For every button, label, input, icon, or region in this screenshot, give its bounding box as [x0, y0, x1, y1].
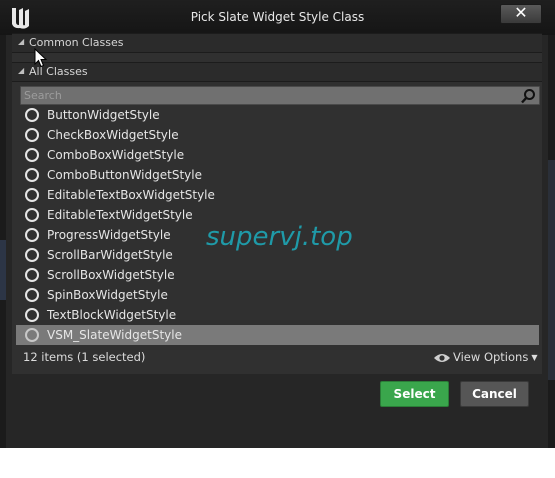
list-item[interactable]: ComboBoxWidgetStyle [16, 145, 539, 165]
list-item[interactable]: EditableTextWidgetStyle [16, 205, 539, 225]
list-item[interactable]: ComboButtonWidgetStyle [16, 165, 539, 185]
pick-class-dialog: Pick Slate Widget Style Class ✕ ◢ Common… [0, 0, 555, 448]
background-edge-right-accent [548, 160, 555, 380]
radio-button[interactable] [25, 108, 39, 122]
list-item-label: VSM_SlateWidgetStyle [47, 328, 182, 342]
class-list: ButtonWidgetStyle CheckBoxWidgetStyle Co… [16, 105, 539, 345]
cancel-button[interactable]: Cancel [460, 381, 529, 407]
search-box [20, 86, 540, 105]
collapse-triangle-icon: ◢ [18, 37, 25, 46]
select-button[interactable]: Select [380, 381, 449, 407]
radio-button[interactable] [25, 128, 39, 142]
list-item-label: ScrollBoxWidgetStyle [47, 268, 175, 282]
list-item-label: ComboButtonWidgetStyle [47, 168, 202, 182]
radio-button[interactable] [25, 168, 39, 182]
radio-button[interactable] [25, 308, 39, 322]
list-item-label: ComboBoxWidgetStyle [47, 148, 185, 162]
item-count-status: 12 items (1 selected) [23, 350, 146, 364]
list-item-selected[interactable]: VSM_SlateWidgetStyle [16, 325, 539, 345]
background-edge-left-accent [0, 240, 6, 300]
dialog-title: Pick Slate Widget Style Class [190, 10, 365, 24]
radio-button[interactable] [25, 268, 39, 282]
view-options-label: View Options [453, 350, 529, 364]
section-header-common-classes[interactable]: ◢ Common Classes [12, 33, 542, 53]
radio-button[interactable] [25, 148, 39, 162]
mouse-cursor-icon [34, 48, 48, 68]
list-item-label: SpinBoxWidgetStyle [47, 288, 168, 302]
close-icon: ✕ [514, 3, 528, 22]
section-header-all-classes[interactable]: ◢ All Classes [12, 62, 542, 82]
list-item-label: ProgressWidgetStyle [47, 228, 171, 242]
list-item[interactable]: ProgressWidgetStyle [16, 225, 539, 245]
list-item-label: ScrollBarWidgetStyle [47, 248, 173, 262]
eye-icon [434, 353, 450, 362]
list-item[interactable]: CheckBoxWidgetStyle [16, 125, 539, 145]
radio-button[interactable] [25, 288, 39, 302]
list-item-label: CheckBoxWidgetStyle [47, 128, 179, 142]
title-bar[interactable]: Pick Slate Widget Style Class ✕ [0, 0, 555, 35]
chevron-down-icon: ▼ [531, 353, 538, 362]
list-item[interactable]: ScrollBoxWidgetStyle [16, 265, 539, 285]
list-item-label: TextBlockWidgetStyle [47, 308, 177, 322]
list-item-label: EditableTextBoxWidgetStyle [47, 188, 215, 202]
list-item[interactable]: EditableTextBoxWidgetStyle [16, 185, 539, 205]
list-item-label: EditableTextWidgetStyle [47, 208, 193, 222]
collapse-triangle-icon: ◢ [18, 66, 25, 75]
search-input[interactable] [24, 87, 514, 104]
radio-button[interactable] [25, 328, 39, 342]
close-button[interactable]: ✕ [500, 3, 542, 24]
radio-button[interactable] [25, 208, 39, 222]
search-icon[interactable] [520, 88, 536, 104]
view-options-button[interactable]: View Options ▼ [433, 350, 537, 364]
list-item[interactable]: TextBlockWidgetStyle [16, 305, 539, 325]
radio-button[interactable] [25, 228, 39, 242]
list-item[interactable]: ButtonWidgetStyle [16, 105, 539, 125]
radio-button[interactable] [25, 248, 39, 262]
list-item[interactable]: SpinBoxWidgetStyle [16, 285, 539, 305]
radio-button[interactable] [25, 188, 39, 202]
list-item-label: ButtonWidgetStyle [47, 108, 160, 122]
list-item[interactable]: ScrollBarWidgetStyle [16, 245, 539, 265]
